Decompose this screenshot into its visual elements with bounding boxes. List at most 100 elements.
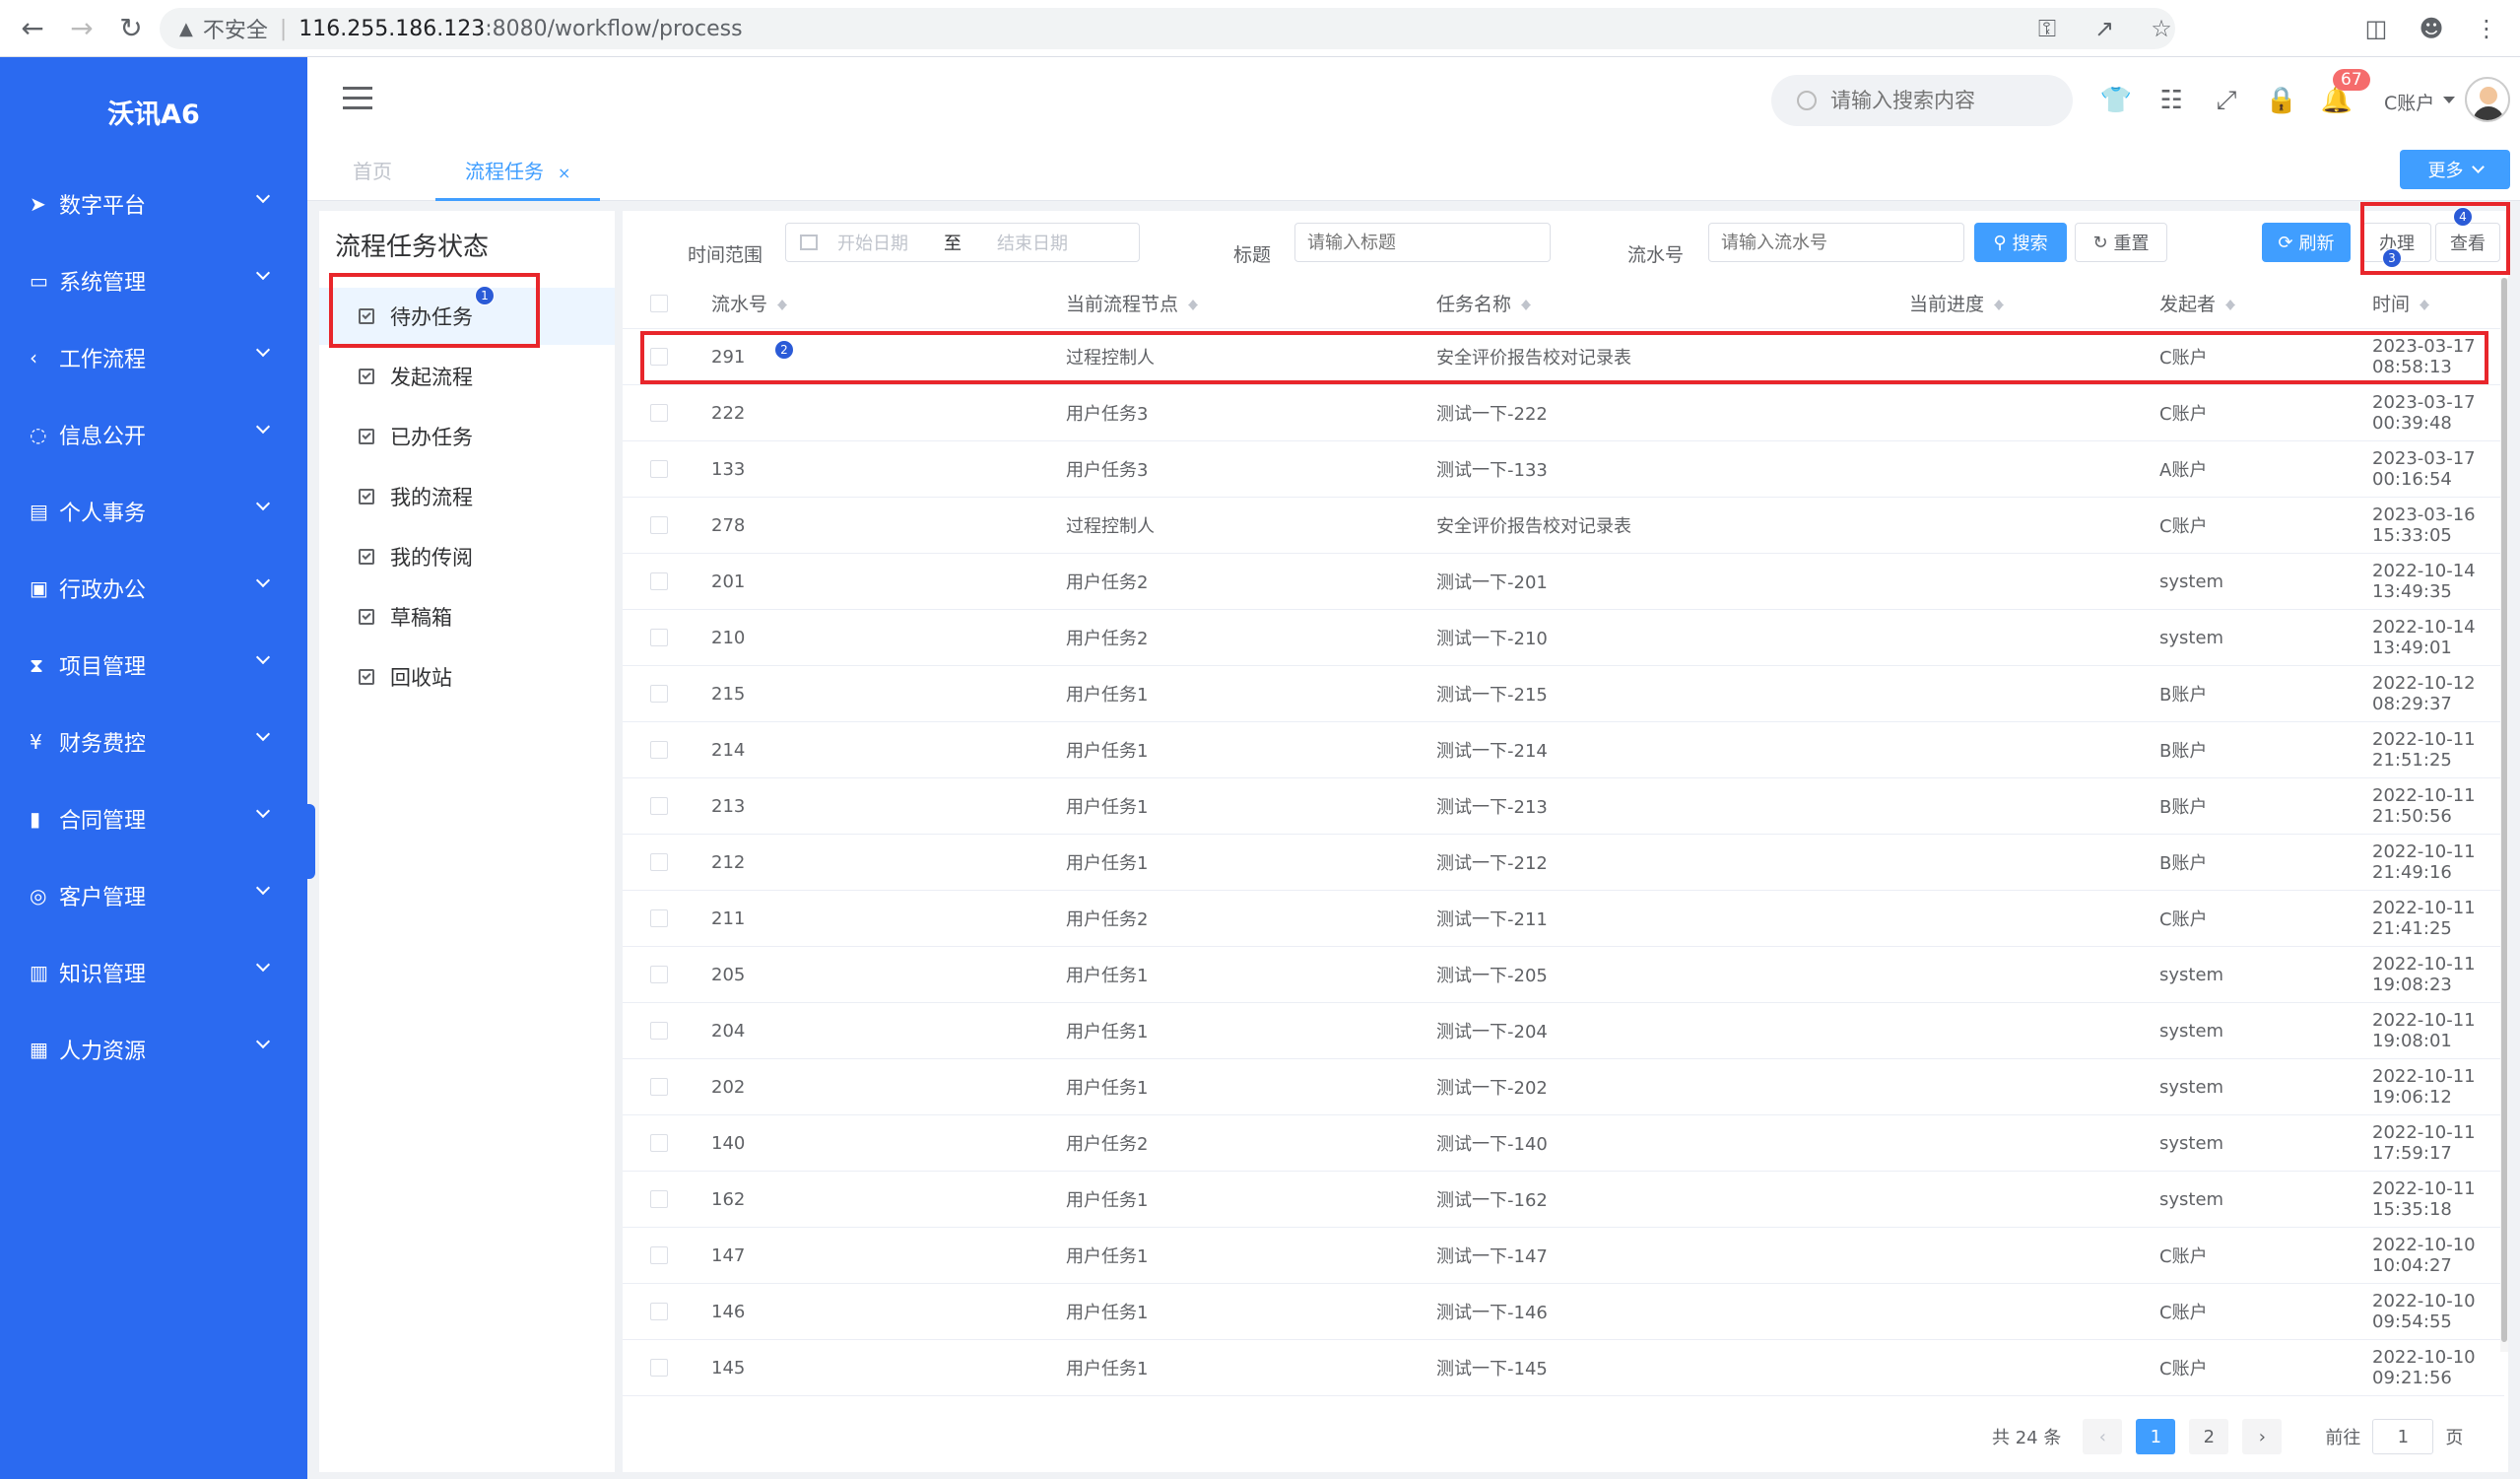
sidebar-item-7[interactable]: ⧗ 项目管理: [0, 627, 307, 704]
sidebar-item-11[interactable]: ▥ 知识管理: [0, 934, 307, 1011]
table-row[interactable]: 145 用户任务1 测试一下-145 C账户 2022-10-10 09:21:56: [623, 1340, 2504, 1396]
row-checkbox[interactable]: [650, 1078, 668, 1096]
reset-button[interactable]: ↻ 重置: [2075, 223, 2167, 262]
table-row[interactable]: 212 用户任务1 测试一下-212 B账户 2022-10-11 21:49:16: [623, 835, 2504, 891]
status-item-3[interactable]: 已办任务: [319, 408, 615, 465]
table-row[interactable]: 204 用户任务1 测试一下-204 system 2022-10-11 19:08:0…: [623, 1003, 2504, 1059]
column-header-3[interactable]: 任务名称: [1436, 278, 1532, 328]
table-row[interactable]: 205 用户任务1 测试一下-205 system 2022-10-11 19:08:2…: [623, 947, 2504, 1003]
search-button[interactable]: ⚲ 搜索: [1974, 223, 2067, 262]
sidebar-item-6[interactable]: ▣ 行政办公: [0, 550, 307, 627]
hamburger-menu-icon[interactable]: [343, 87, 372, 110]
close-icon[interactable]: ×: [558, 164, 570, 182]
status-item-5[interactable]: 我的传阅: [319, 528, 615, 585]
sidebar-item-12[interactable]: ▦ 人力资源: [0, 1011, 307, 1088]
sidebar-item-10[interactable]: ◎ 客户管理: [0, 857, 307, 934]
table-scrollbar[interactable]: [2500, 278, 2508, 1352]
avatar[interactable]: [2465, 77, 2510, 122]
scrollbar-thumb[interactable]: [2501, 278, 2507, 1342]
fullscreen-icon[interactable]: ⤢: [2213, 86, 2240, 115]
forward-arrow-icon[interactable]: →: [65, 12, 99, 45]
row-checkbox[interactable]: [650, 685, 668, 703]
row-checkbox[interactable]: [650, 1134, 668, 1152]
more-button[interactable]: 更多: [2400, 150, 2510, 189]
goto-page-input[interactable]: [2372, 1419, 2434, 1454]
table-row[interactable]: 147 用户任务1 测试一下-147 C账户 2022-10-10 10:04:27: [623, 1228, 2504, 1284]
table-row[interactable]: 211 用户任务2 测试一下-211 C账户 2022-10-11 21:41:25: [623, 891, 2504, 947]
back-arrow-icon[interactable]: ←: [16, 12, 49, 45]
global-search-input[interactable]: [1830, 89, 2047, 112]
column-header-5[interactable]: 发起者: [2159, 278, 2236, 328]
table-row[interactable]: 202 用户任务1 测试一下-202 system 2022-10-11 19:06:1…: [623, 1059, 2504, 1115]
sidebar-item-4[interactable]: ◌ 信息公开: [0, 396, 307, 473]
row-checkbox[interactable]: [650, 1359, 668, 1377]
row-checkbox[interactable]: [650, 966, 668, 983]
table-row[interactable]: 140 用户任务2 测试一下-140 system 2022-10-11 17:59:1…: [623, 1115, 2504, 1172]
bell-icon[interactable]: 🔔 67: [2321, 69, 2370, 115]
sidebar-item-5[interactable]: ▤ 个人事务: [0, 473, 307, 550]
sidebar-item-2[interactable]: ▭ 系统管理: [0, 242, 307, 319]
row-checkbox[interactable]: [650, 404, 668, 422]
sort-icon[interactable]: [2225, 295, 2236, 312]
end-date-placeholder[interactable]: 结束日期: [997, 230, 1068, 255]
table-row[interactable]: 222 用户任务3 测试一下-222 C账户 2023-03-17 00:39:48: [623, 385, 2504, 441]
table-row[interactable]: 146 用户任务1 测试一下-146 C账户 2022-10-10 09:54:55: [623, 1284, 2504, 1340]
prev-page-button[interactable]: ‹: [2083, 1419, 2123, 1454]
caret-down-icon[interactable]: [2443, 97, 2455, 109]
row-checkbox[interactable]: [650, 797, 668, 815]
tab-process-tasks[interactable]: 流程任务 ×: [435, 142, 601, 201]
brand-logo[interactable]: 沃讯A6: [0, 57, 307, 166]
key-icon[interactable]: ⚿: [2033, 15, 2061, 42]
title-input[interactable]: [1294, 223, 1551, 262]
sort-icon[interactable]: [1521, 295, 1532, 312]
row-checkbox[interactable]: [650, 516, 668, 534]
table-row[interactable]: 278 过程控制人 安全评价报告校对记录表 C账户 2023-03-16 15:33:0…: [623, 498, 2504, 554]
row-checkbox[interactable]: [650, 572, 668, 590]
side-panel-icon[interactable]: ◫: [2362, 15, 2390, 42]
sidebar-item-3[interactable]: ‹ 工作流程: [0, 319, 307, 396]
page-1-button[interactable]: 1: [2136, 1419, 2176, 1454]
status-item-7[interactable]: 回收站: [319, 648, 615, 706]
status-item-2[interactable]: 发起流程: [319, 348, 615, 405]
profile-icon[interactable]: ☻: [2418, 15, 2445, 42]
next-page-button[interactable]: ›: [2242, 1419, 2283, 1454]
lock-icon[interactable]: 🔒: [2266, 86, 2297, 115]
row-checkbox[interactable]: [650, 741, 668, 759]
sidebar-collapse-handle[interactable]: [303, 804, 315, 879]
reload-icon[interactable]: ↻: [114, 12, 148, 45]
table-row[interactable]: 214 用户任务1 测试一下-214 B账户 2022-10-11 21:51:25: [623, 722, 2504, 778]
sidebar-item-9[interactable]: ▮ 合同管理: [0, 780, 307, 857]
status-item-6[interactable]: 草稿箱: [319, 588, 615, 645]
share-page-icon[interactable]: ↗: [2090, 15, 2118, 42]
table-row[interactable]: 162 用户任务1 测试一下-162 system 2022-10-11 15:35:1…: [623, 1172, 2504, 1228]
sort-icon[interactable]: [777, 295, 788, 312]
user-name[interactable]: C账户: [2384, 89, 2434, 115]
row-checkbox[interactable]: [650, 1190, 668, 1208]
tab-home[interactable]: 首页: [353, 142, 392, 201]
column-header-2[interactable]: 当前流程节点: [1066, 278, 1199, 328]
row-checkbox[interactable]: [650, 1246, 668, 1264]
table-row[interactable]: 213 用户任务1 测试一下-213 B账户 2022-10-11 21:50:56: [623, 778, 2504, 835]
global-search[interactable]: [1771, 75, 2073, 126]
sort-icon[interactable]: [1994, 295, 2005, 312]
row-checkbox[interactable]: [650, 853, 668, 871]
row-checkbox[interactable]: [650, 909, 668, 927]
table-row[interactable]: 201 用户任务2 测试一下-201 system 2022-10-14 13:49:3…: [623, 554, 2504, 610]
sort-icon[interactable]: [1188, 295, 1199, 312]
shirt-icon[interactable]: 👕: [2100, 86, 2132, 115]
refresh-button[interactable]: ⟳ 刷新: [2262, 223, 2351, 262]
row-checkbox[interactable]: [650, 1022, 668, 1040]
date-range-picker[interactable]: 开始日期 至 结束日期: [785, 223, 1140, 262]
select-all-checkbox[interactable]: [650, 294, 668, 312]
table-row[interactable]: 215 用户任务1 测试一下-215 B账户 2022-10-12 08:29:37: [623, 666, 2504, 722]
column-header-4[interactable]: 当前进度: [1909, 278, 2005, 328]
bookmark-star-icon[interactable]: ☆: [2148, 15, 2175, 42]
translate-icon[interactable]: ☷: [2157, 86, 2185, 115]
sidebar-item-8[interactable]: ¥ 财务费控: [0, 704, 307, 780]
sidebar-item-1[interactable]: ➤ 数字平台: [0, 166, 307, 242]
row-checkbox[interactable]: [650, 460, 668, 478]
table-row[interactable]: 210 用户任务2 测试一下-210 system 2022-10-14 13:49:0…: [623, 610, 2504, 666]
table-row[interactable]: 133 用户任务3 测试一下-133 A账户 2023-03-17 00:16:54: [623, 441, 2504, 498]
row-checkbox[interactable]: [650, 1303, 668, 1320]
sort-icon[interactable]: [2420, 295, 2430, 312]
